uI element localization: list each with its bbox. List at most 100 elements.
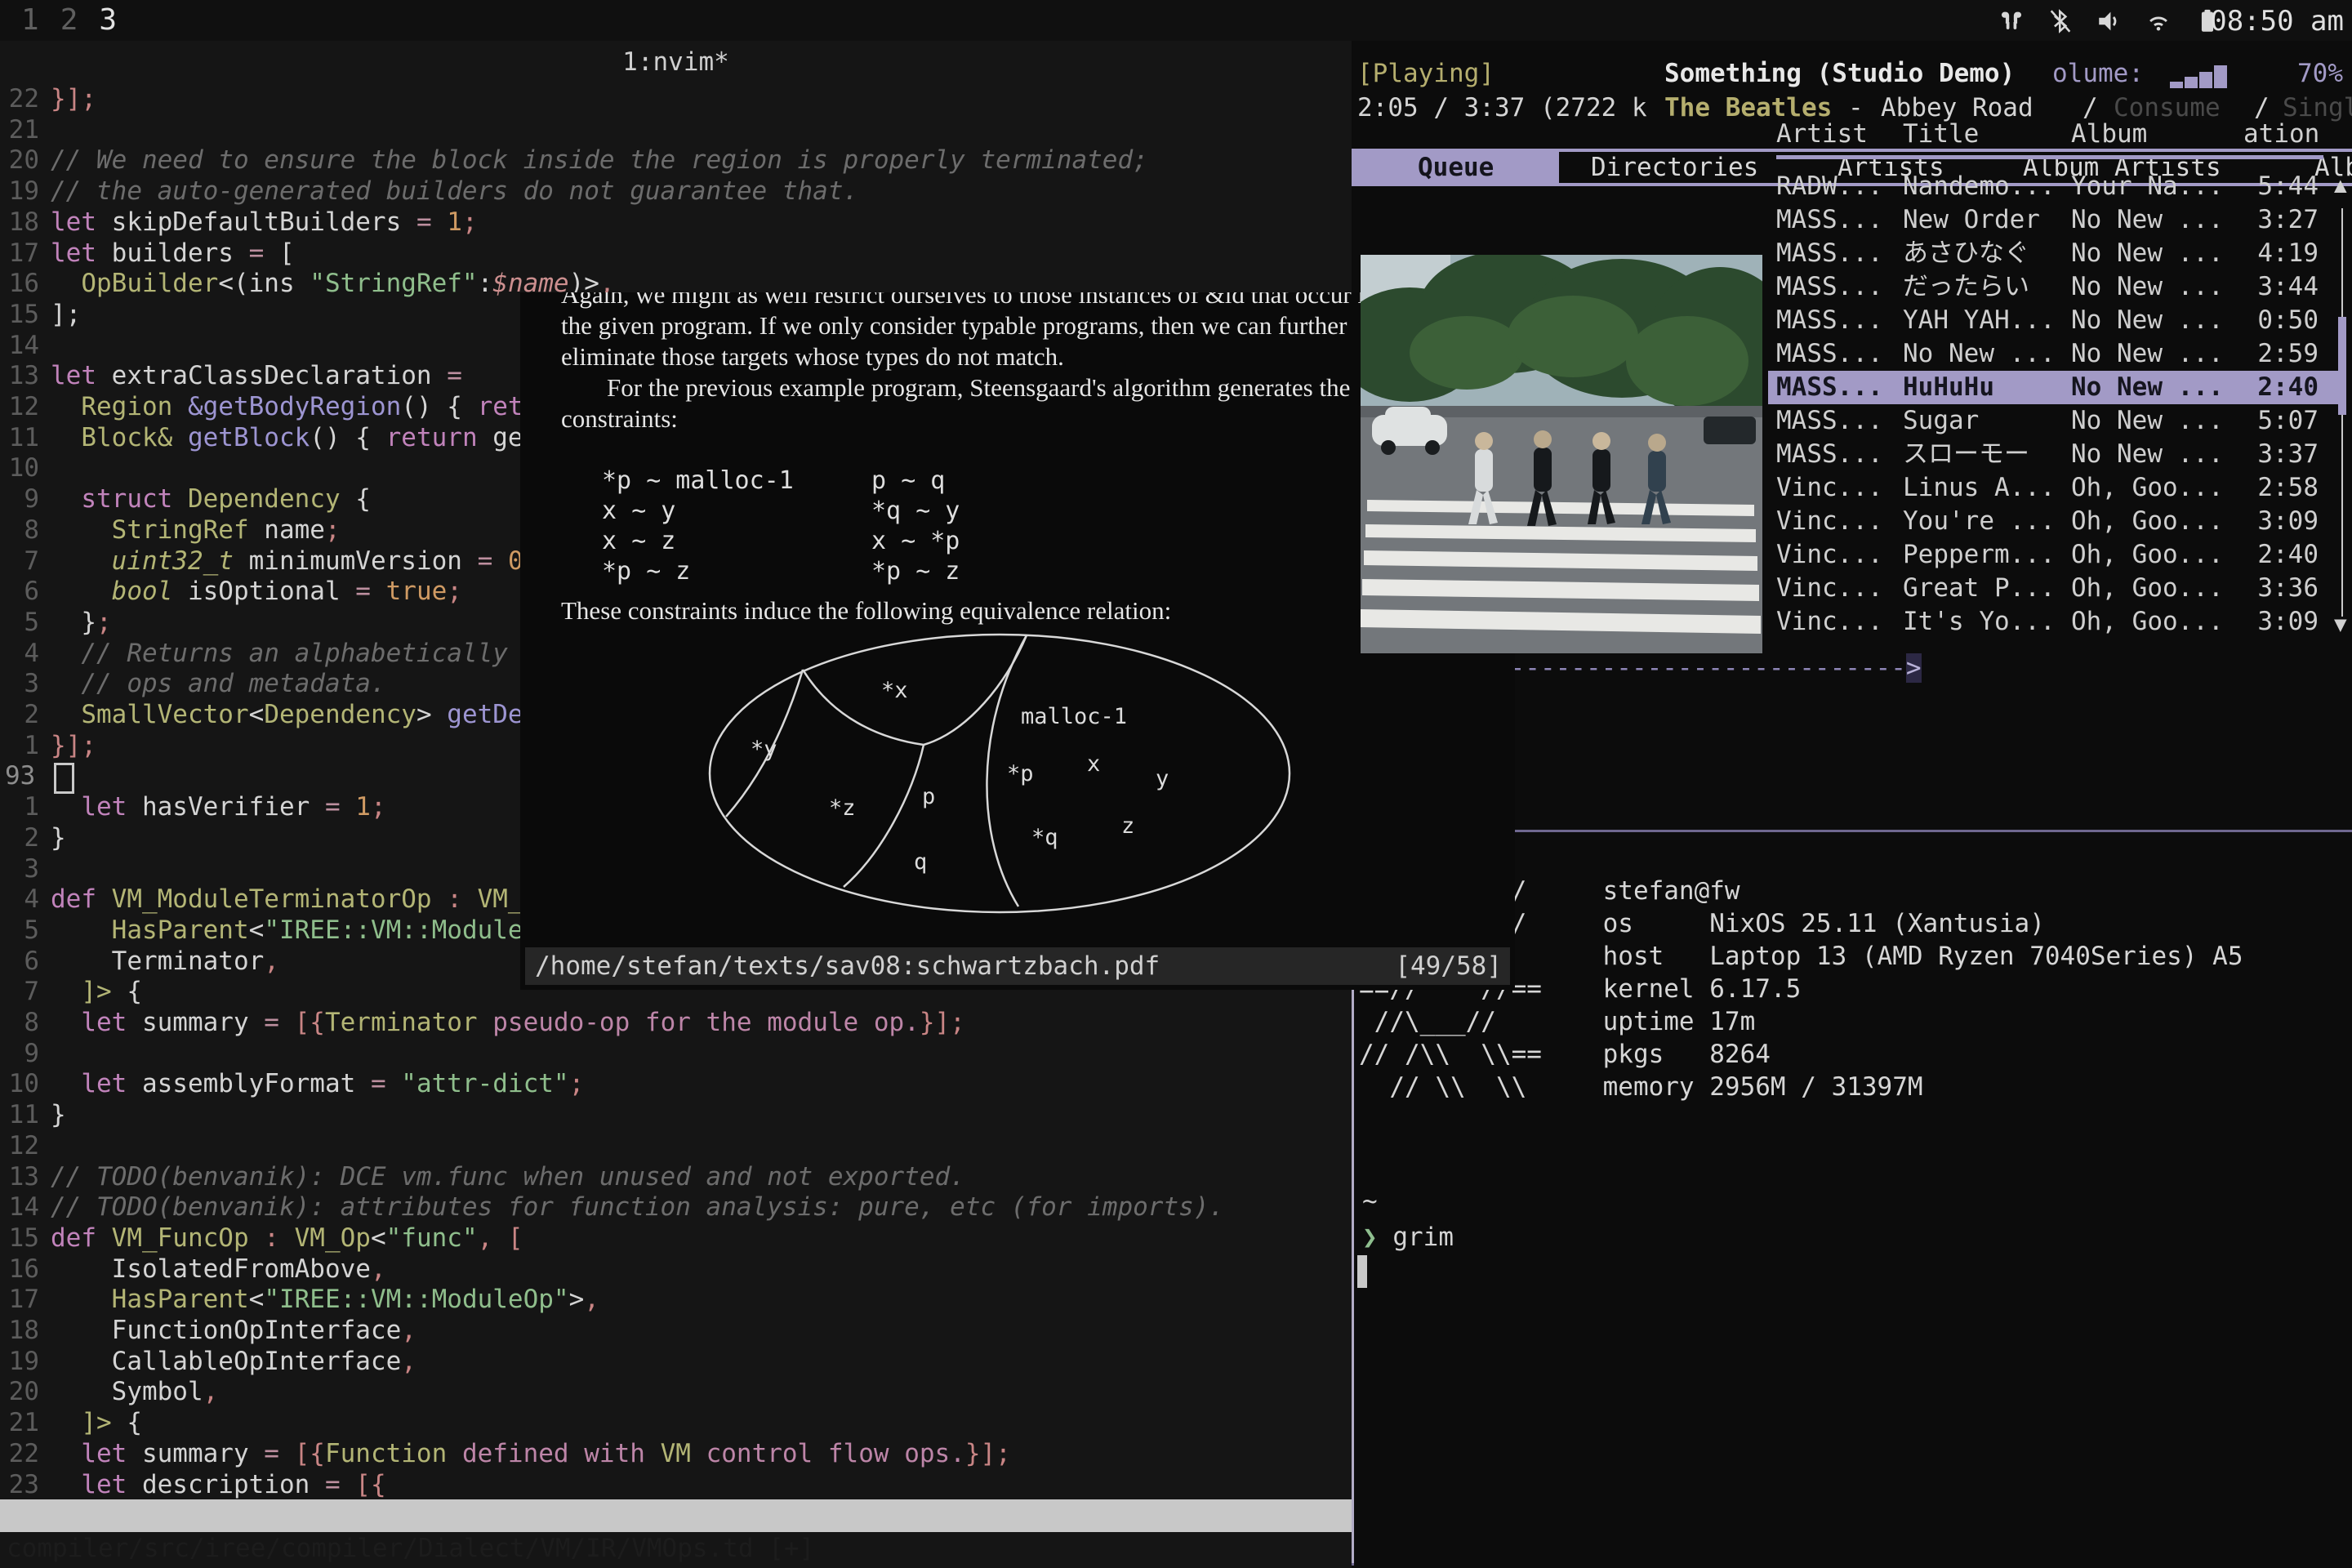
statusline-filename: compiler/src/iree/compiler/Dialect/VM/IR… (7, 1532, 814, 1565)
playlist-row[interactable]: Vinc...Great P...Oh, Goo...3:36 (1768, 572, 2340, 605)
code-line[interactable]: 12 (0, 1130, 1352, 1161)
cell-t: Great P... (1903, 572, 2071, 605)
playlist-row-selected[interactable]: MASS...HuHuHuNo New ...2:40 (1768, 371, 2340, 404)
scroll-up-arrow[interactable]: ▲ (2334, 173, 2347, 198)
venn-label: z (1121, 813, 1134, 839)
constraint: *p ∼ malloc-1 (602, 466, 794, 496)
code-line[interactable]: 18let skipDefaultBuilders = 1; (0, 207, 1352, 238)
line-number: 12 (0, 391, 39, 422)
line-number: 19 (0, 176, 39, 207)
playlist-row[interactable]: Vinc...Linus A...Oh, Goo...2:58 (1768, 471, 2340, 505)
constraint: *p ∼ z (602, 556, 794, 586)
tab-queue[interactable]: Queue (1418, 149, 1494, 186)
cell-al: No New ... (2071, 237, 2243, 270)
playlist-header: ArtistTitleAlbumation (1776, 118, 2340, 151)
code-line[interactable]: 10 let assemblyFormat = "attr-dict"; (0, 1068, 1352, 1099)
volume-bar-icon[interactable] (2168, 64, 2234, 88)
playlist-row[interactable]: MASS...SugarNo New ...5:07 (1768, 404, 2340, 438)
cell-a: MASS... (1776, 404, 1903, 438)
code-line[interactable]: 8 let summary = [{Terminator pseudo-op f… (0, 1007, 1352, 1038)
cell-a: Vinc... (1776, 572, 1903, 605)
cell-al: No New ... (2071, 404, 2243, 438)
playlist-row[interactable]: RADW...Nandemo...Your Na...5:44 (1768, 170, 2340, 203)
code-line[interactable]: 19// the auto-generated builders do not … (0, 176, 1352, 207)
code-line[interactable]: 19 CallableOpInterface, (0, 1346, 1352, 1377)
playlist-row[interactable]: MASS...スローモーNo New ...3:37 (1768, 438, 2340, 471)
status-bar: 123 08:50 am (0, 0, 2352, 41)
cell-d: 3:27 (2243, 203, 2319, 237)
venn-diagram: *xmalloc-1*y*zpq*pxy*qz (708, 632, 1293, 918)
workspace-3[interactable]: 3 (99, 0, 117, 41)
constraint: *q ∼ y (871, 496, 960, 526)
cell-d: 3:09 (2243, 505, 2319, 538)
playlist-column-header[interactable]: Title (1903, 118, 2071, 151)
scroll-down-arrow[interactable]: ▼ (2334, 612, 2347, 637)
code-line[interactable]: 18 FunctionOpInterface, (0, 1315, 1352, 1346)
tab-directories[interactable]: Directories (1591, 149, 1758, 186)
workspace-1[interactable]: 1 (21, 0, 39, 41)
cell-a: Vinc... (1776, 538, 1903, 572)
code-line[interactable]: 23 let description = [{ (0, 1469, 1352, 1500)
code-line[interactable]: 13// TODO(benvanik): DCE vm.func when un… (0, 1161, 1352, 1192)
car-dark (1704, 416, 1756, 444)
line-number: 6 (0, 946, 39, 977)
elapsed-time: 2:05 / 3:37 (2722 k (1357, 91, 1647, 124)
cell-a: MASS... (1776, 203, 1903, 237)
line-number: 10 (0, 452, 39, 483)
scrollbar-thumb[interactable] (2338, 317, 2346, 415)
workspace-2[interactable]: 2 (60, 0, 78, 41)
line-number: 11 (0, 422, 39, 453)
playlist-row[interactable]: MASS...YAH YAH...No New ...0:50 (1768, 304, 2340, 337)
playlist-column-header[interactable]: Album (2071, 118, 2243, 151)
playlist-row[interactable]: MASS...No New ...No New ...2:59 (1768, 337, 2340, 371)
venn-label: *q (1031, 825, 1058, 850)
playlist-row[interactable]: Vinc...It's Yo...Oh, Goo...3:09 (1768, 605, 2340, 639)
cell-t: You're ... (1903, 505, 2071, 538)
line-number: 14 (0, 1192, 39, 1223)
constraint: *p ∼ z (871, 556, 960, 586)
line-number: 16 (0, 268, 39, 299)
prompt-line[interactable]: ❯ grim (1362, 1221, 1454, 1254)
code-line[interactable]: 17let builders = [ (0, 238, 1352, 269)
code-line[interactable]: 21 ]> { (0, 1407, 1352, 1438)
cell-a: MASS... (1776, 438, 1903, 471)
code-line[interactable]: 22}]; (0, 83, 1352, 114)
line-number: 9 (0, 1038, 39, 1069)
playlist-column-header[interactable]: ation (2243, 118, 2319, 151)
line-number: 11 (0, 1099, 39, 1130)
cell-a: Vinc... (1776, 505, 1903, 538)
code-line[interactable]: 22 let summary = [{Function defined with… (0, 1438, 1352, 1469)
playlist-column-header[interactable]: Artist (1776, 118, 1903, 151)
line-number: 18 (0, 207, 39, 238)
code-line[interactable]: 15def VM_FuncOp : VM_Op<"func", [ (0, 1223, 1352, 1254)
playlist-row[interactable]: Vinc...You're ...Oh, Goo...3:09 (1768, 505, 2340, 538)
line-number: 3 (0, 668, 39, 699)
line-number: 4 (0, 884, 39, 915)
cell-al: Your Na... (2071, 170, 2243, 203)
code-line[interactable]: 20 Symbol, (0, 1376, 1352, 1407)
cell-al: No New ... (2071, 438, 2243, 471)
cell-t: Pepperm... (1903, 538, 2071, 572)
constraint: x ∼ z (602, 526, 794, 556)
code-line[interactable]: 14// TODO(benvanik): attributes for func… (0, 1192, 1352, 1223)
playlist-row[interactable]: MASS...だったらいNo New ...3:44 (1768, 270, 2340, 304)
pdf-sentence: These constraints induce the following e… (561, 596, 1171, 626)
pdf-text-line: Again, we might as well restrict ourselv… (561, 292, 1500, 310)
cell-d: 0:50 (2243, 304, 2319, 337)
code-line[interactable]: 20// We need to ensure the block inside … (0, 145, 1352, 176)
volume-icon (2096, 7, 2123, 35)
code-line[interactable]: 16 IsolatedFromAbove, (0, 1254, 1352, 1285)
line-number: 5 (0, 607, 39, 638)
progress-head: > (1906, 653, 1922, 683)
pdf-text-line: the given program. If we only consider t… (561, 310, 1500, 341)
code-line[interactable]: 9 (0, 1038, 1352, 1069)
line-number: 16 (0, 1254, 39, 1285)
code-line[interactable]: 21 (0, 114, 1352, 145)
playlist-row[interactable]: Vinc...Pepperm...Oh, Goo...2:40 (1768, 538, 2340, 572)
playlist-row[interactable]: MASS...あさひなぐNo New ...4:19 (1768, 237, 2340, 270)
code-line[interactable]: 11} (0, 1099, 1352, 1130)
line-number: 93 (5, 760, 44, 791)
line-number: 17 (0, 238, 39, 269)
playlist-row[interactable]: MASS...New OrderNo New ...3:27 (1768, 203, 2340, 237)
code-line[interactable]: 17 HasParent<"IREE::VM::ModuleOp">, (0, 1284, 1352, 1315)
